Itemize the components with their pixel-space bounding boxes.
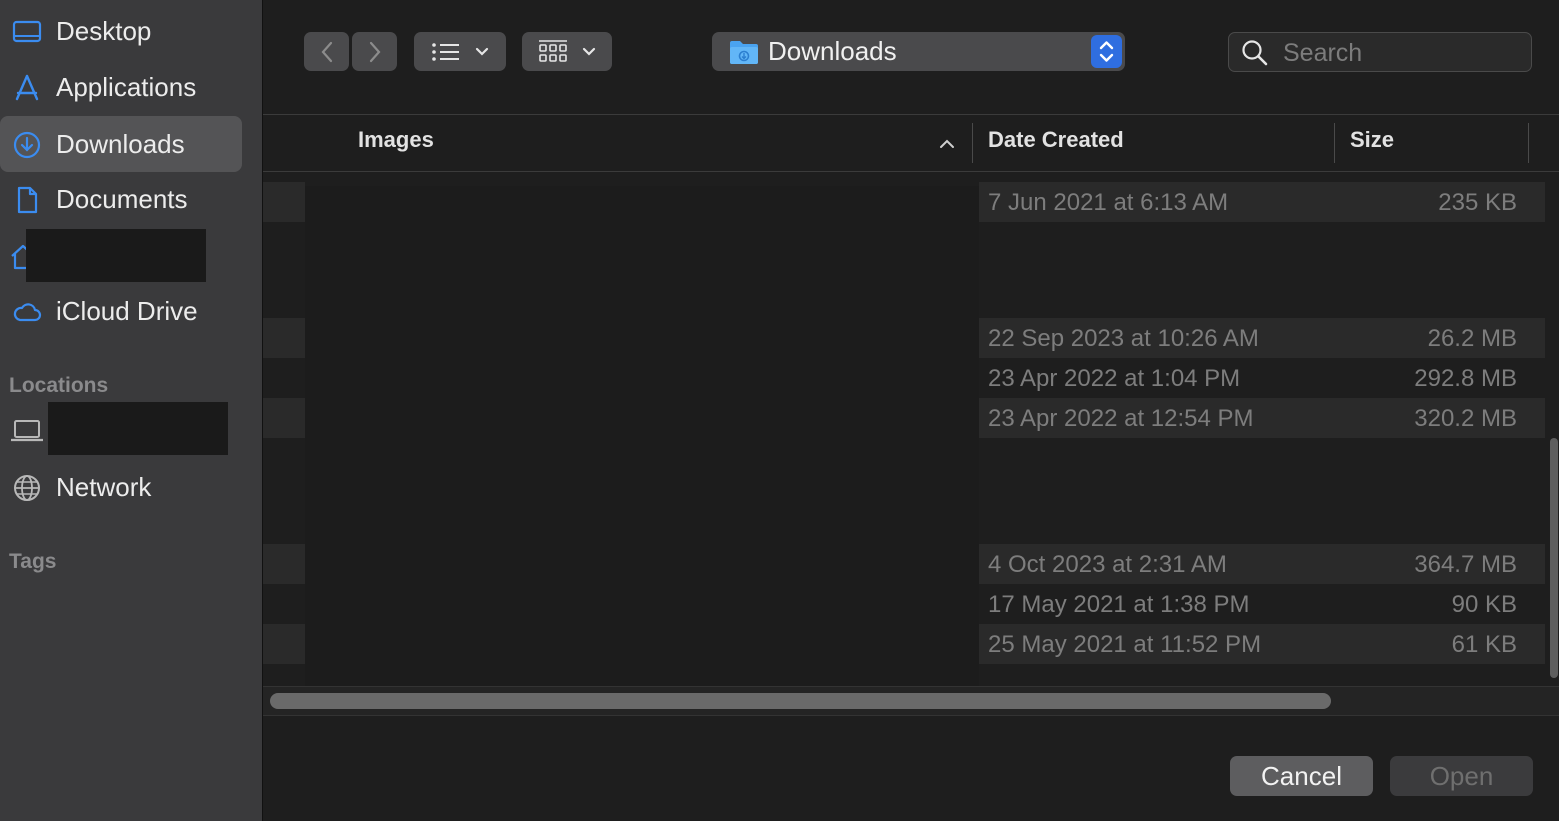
view-mode-list-button[interactable]	[414, 32, 506, 71]
laptop-icon	[11, 420, 43, 442]
column-header-row: Images Date Created Size	[263, 115, 1559, 172]
cancel-button[interactable]: Cancel	[1230, 756, 1373, 796]
row-date: 4 Oct 2023 at 2:31 AM	[988, 551, 1227, 578]
row-size: 90 KB	[1451, 591, 1517, 618]
sidebar-item-label: iCloud Drive	[56, 295, 198, 326]
redacted-user-name	[26, 229, 206, 282]
desktop-icon	[12, 20, 42, 43]
sidebar-item-icloud-drive[interactable]: iCloud Drive	[0, 283, 242, 339]
row-size: 26.2 MB	[1427, 325, 1517, 352]
chevron-down-icon	[475, 47, 489, 56]
row-stub	[263, 584, 305, 624]
redacted-device-name	[48, 402, 228, 455]
sidebar-item-this-mac[interactable]	[0, 402, 242, 458]
row-date: 17 May 2021 at 1:38 PM	[988, 591, 1250, 618]
grid-view-icon	[539, 39, 567, 62]
chevron-left-icon	[321, 41, 332, 62]
toolbar: Downloads	[263, 0, 1559, 115]
sidebar-item-label: Network	[56, 471, 152, 502]
sidebar-item-desktop[interactable]: Desktop	[0, 3, 242, 59]
row-stub	[263, 544, 305, 584]
chevron-down-icon	[582, 47, 596, 56]
sidebar-item-downloads[interactable]: Downloads	[0, 116, 242, 172]
search-field[interactable]	[1228, 32, 1532, 72]
list-view-icon	[432, 42, 459, 61]
column-header-size[interactable]: Size	[1350, 127, 1394, 153]
column-divider[interactable]	[1528, 123, 1529, 163]
row-stub	[263, 182, 305, 222]
row-size: 320.2 MB	[1414, 405, 1517, 432]
row-size: 364.7 MB	[1414, 551, 1517, 578]
search-icon	[1242, 40, 1268, 66]
sidebar-item-label: Documents	[56, 183, 188, 214]
row-stub	[263, 318, 305, 358]
popup-stepper[interactable]	[1091, 35, 1122, 68]
row-stub	[263, 398, 305, 438]
sidebar-item-applications[interactable]: Applications	[0, 59, 242, 115]
row-date: 25 May 2021 at 11:52 PM	[988, 631, 1262, 658]
search-input[interactable]	[1281, 37, 1525, 69]
back-button[interactable]	[304, 32, 349, 71]
row-date: 23 Apr 2022 at 1:04 PM	[988, 365, 1241, 392]
sidebar-item-network[interactable]: Network	[0, 459, 242, 515]
sort-ascending-icon[interactable]	[939, 139, 955, 149]
forward-button[interactable]	[352, 32, 397, 71]
open-button[interactable]: Open	[1390, 756, 1533, 796]
tags-section-title: Tags	[9, 550, 57, 573]
sidebar-item-documents[interactable]: Documents	[0, 171, 242, 227]
sidebar-item-label: Downloads	[56, 128, 185, 159]
row-stub	[263, 358, 305, 398]
horizontal-scrollbar-thumb[interactable]	[270, 693, 1331, 709]
row-stub	[263, 624, 305, 664]
locations-section-title: Locations	[9, 374, 109, 397]
vertical-scrollbar[interactable]	[1550, 438, 1558, 678]
cloud-icon	[13, 303, 42, 322]
column-header-date-created[interactable]: Date Created	[988, 127, 1124, 153]
sidebar-item-home[interactable]	[0, 228, 242, 284]
sidebar-item-label: Applications	[56, 71, 197, 102]
row-date: 22 Sep 2023 at 10:26 AM	[988, 325, 1259, 352]
up-down-chevron-icon	[1099, 41, 1114, 62]
column-divider[interactable]	[1334, 123, 1335, 163]
column-header-name[interactable]: Images	[358, 127, 434, 153]
downloads-icon	[13, 131, 41, 159]
location-popup[interactable]: Downloads	[712, 32, 1125, 71]
row-size: 235 KB	[1438, 189, 1517, 216]
sidebar-item-label: Desktop	[56, 15, 152, 46]
group-by-button[interactable]	[522, 32, 612, 71]
folder-icon	[730, 41, 758, 64]
chevron-right-icon	[369, 41, 380, 62]
redacted-file-names	[305, 186, 979, 686]
location-popup-label: Downloads	[768, 36, 897, 66]
row-date: 7 Jun 2021 at 6:13 AM	[988, 189, 1229, 216]
network-globe-icon	[14, 475, 40, 501]
file-browser: Downloads Images Date Created Size	[263, 0, 1559, 821]
column-divider[interactable]	[972, 123, 973, 163]
row-date: 23 Apr 2022 at 12:54 PM	[988, 405, 1254, 432]
sidebar: Desktop Applications Downloads Documents…	[0, 0, 263, 821]
applications-icon	[15, 74, 39, 101]
horizontal-scroll-track[interactable]	[263, 686, 1559, 716]
document-icon	[17, 186, 38, 214]
row-size: 61 KB	[1451, 631, 1517, 658]
row-size: 292.8 MB	[1414, 365, 1517, 392]
